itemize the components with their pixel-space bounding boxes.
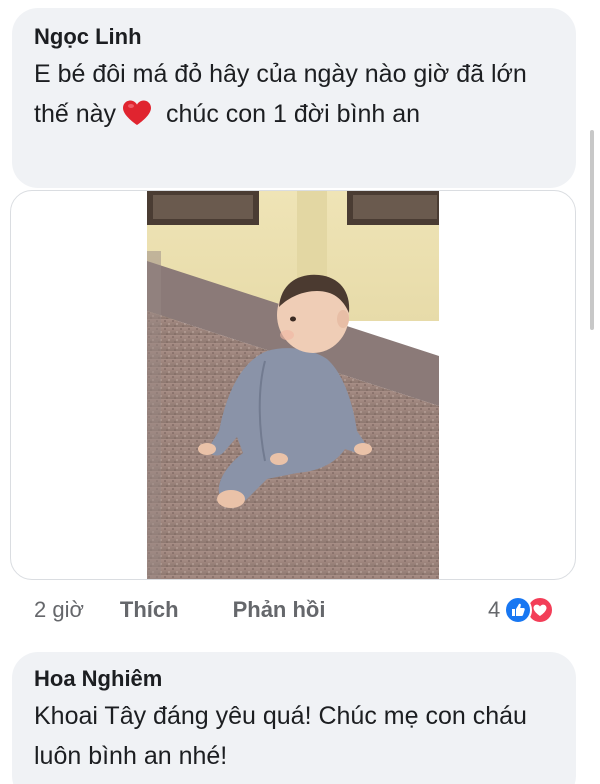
comment-author[interactable]: Ngọc Linh [34, 22, 556, 52]
comment-photo-attachment[interactable] [10, 190, 576, 580]
reaction-count: 4 [488, 597, 501, 622]
comment-text-part: chúc con 1 đời bình an [166, 100, 421, 128]
comment-thread: Ngọc Linh E bé đôi má đỏ hây của ngày nà… [0, 0, 600, 784]
thumbs-up-icon [504, 596, 533, 624]
comment-author[interactable]: Hoa Nghiêm [34, 664, 556, 694]
comment-actions: 2 giờ Thích Phản hồi [34, 592, 379, 628]
like-link[interactable]: Thích [120, 597, 179, 623]
comment-timestamp[interactable]: 2 giờ [34, 597, 84, 623]
comment-bubble: Ngọc Linh E bé đôi má đỏ hây của ngày nà… [12, 8, 576, 188]
comment-bubble: Hoa Nghiêm Khoai Tây đáng yêu quá! Chúc … [12, 652, 576, 784]
baby-photo [147, 191, 439, 579]
comment-text: Khoai Tây đáng yêu quá! Chúc mẹ con cháu… [34, 702, 527, 770]
reaction-summary[interactable]: 4 [488, 592, 555, 628]
reply-link[interactable]: Phản hồi [233, 597, 326, 623]
scrollbar[interactable] [590, 130, 594, 330]
red-heart-icon [122, 98, 152, 138]
comment-text: E bé đôi má đỏ hây của ngày nào giờ đã l… [34, 54, 556, 138]
